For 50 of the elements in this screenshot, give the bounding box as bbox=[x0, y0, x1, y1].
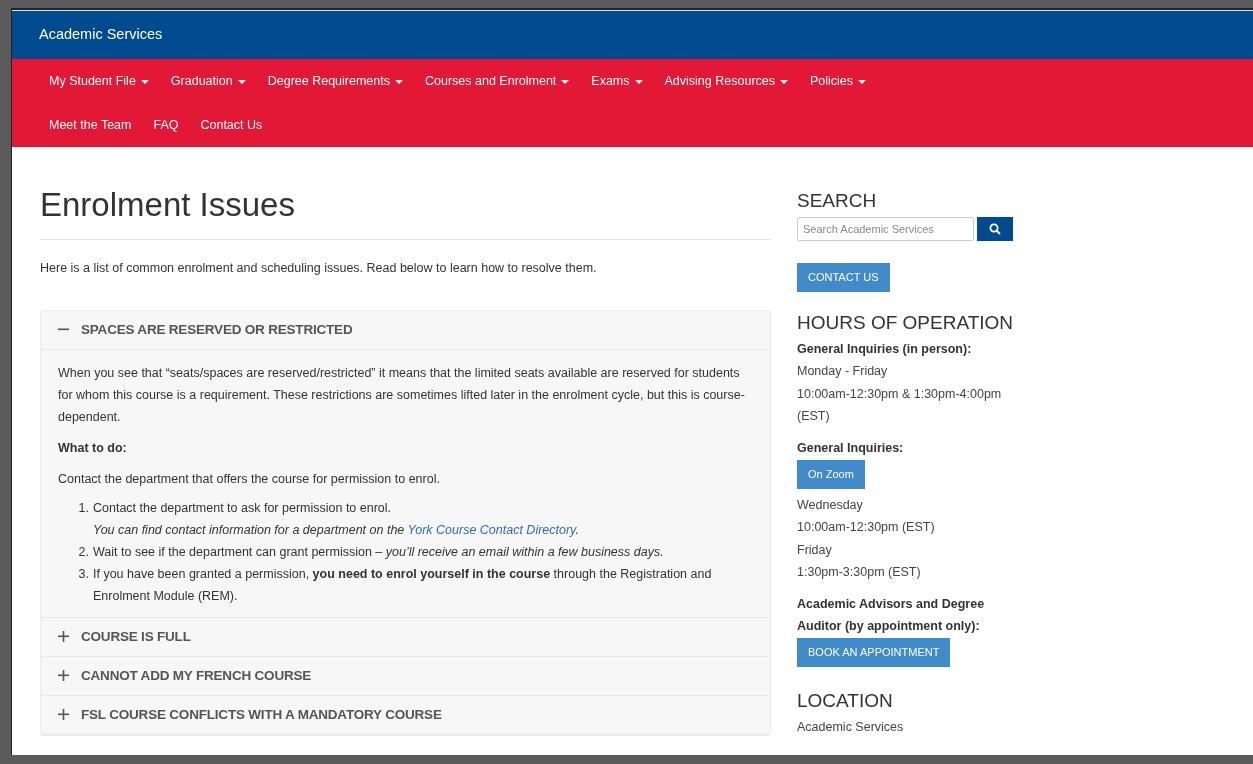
search-button[interactable] bbox=[977, 217, 1013, 241]
step-text: Wait to see if the department can grant permission – you’ll receive an email within a few business days. bbox=[93, 543, 664, 561]
instruction-text: Contact the department that offers the course for permission to enrol. bbox=[58, 470, 441, 488]
accordion-header[interactable]: SPACES ARE RESERVED OR RESTRICTED bbox=[41, 310, 770, 350]
list-number: 1. bbox=[77, 499, 89, 517]
step-text: If you have been granted a permission, you need to enrol yourself in the course through the Registration and Enrolment Module (REM). bbox=[93, 565, 713, 605]
nav-link[interactable]: FAQ bbox=[142, 103, 190, 147]
nav-link[interactable]: Advising Resources bbox=[653, 60, 799, 103]
hours-text: 1:30pm-3:30pm (EST) bbox=[797, 564, 922, 581]
section-heading: LOCATION bbox=[797, 689, 894, 712]
accordion-header[interactable]: FSL COURSE CONFLICTS WITH A MANDATORY COURSE bbox=[41, 695, 770, 735]
site-title[interactable]: Academic Services bbox=[39, 24, 163, 46]
search-field[interactable]: Search Academic Services bbox=[797, 217, 974, 241]
subheading: What to do: bbox=[58, 439, 128, 457]
nav-link[interactable]: Exams bbox=[580, 60, 654, 103]
nav-link[interactable]: Graduation bbox=[159, 60, 257, 103]
hours-text: 10:00am-12:30pm & 1:30pm-4:00pm (EST) bbox=[797, 385, 1003, 425]
plus-icon bbox=[58, 709, 69, 721]
accordion-header[interactable]: COURSE IS FULL bbox=[41, 617, 770, 657]
nav-link[interactable]: Meet the Team bbox=[38, 103, 143, 147]
nav-link[interactable]: Courses and Enrolment bbox=[414, 60, 581, 103]
nav-link[interactable]: Policies bbox=[799, 60, 878, 103]
hours-label: Academic Advisors and Degree Auditor (by appointment only): bbox=[797, 595, 986, 635]
plus-icon bbox=[58, 631, 69, 643]
page-title: Enrolment Issues bbox=[40, 185, 771, 240]
hours-text: 10:00am-12:30pm (EST) bbox=[797, 519, 936, 536]
nav-link[interactable]: My Student File bbox=[38, 60, 160, 103]
step-text: Contact the department to ask for permission to enrol. bbox=[93, 499, 393, 517]
list-number: 3. bbox=[77, 565, 89, 583]
directory-link[interactable]: York Course Contact Directory bbox=[407, 522, 576, 537]
accordion-header[interactable]: CANNOT ADD MY FRENCH COURSE bbox=[41, 656, 770, 696]
section-heading: HOURS OF OPERATION bbox=[797, 312, 1015, 334]
hours-label: General Inquiries: bbox=[797, 439, 905, 457]
hours-text: Wednesday bbox=[797, 496, 864, 514]
list-number: 2. bbox=[77, 543, 89, 561]
contact-button[interactable]: CONTACT US bbox=[797, 263, 890, 292]
body-paragraph: When you see that “seats/spaces are reserved/restricted” it means that the limited seats available are reserved for students for whom this course is a requirement. These restrictions are sometimes lifted later in the enrolment cycle, but this is course-dependent. bbox=[58, 364, 746, 426]
intro-text: Here is a list of common enrolment and scheduling issues. Read below to learn how to resolve them. bbox=[40, 260, 598, 277]
hours-text: Friday bbox=[797, 541, 833, 559]
search-icon bbox=[989, 223, 1001, 235]
nav-link[interactable]: Contact Us bbox=[189, 103, 274, 147]
plus-icon bbox=[58, 670, 69, 682]
link-button[interactable]: On Zoom bbox=[797, 459, 865, 489]
link-button[interactable]: BOOK AN APPOINTMENT bbox=[797, 637, 951, 667]
step-note: You can find contact information for a department on the York Course Contact Directory. bbox=[93, 521, 579, 539]
section-heading: SEARCH bbox=[797, 190, 878, 212]
location-text: Academic Services bbox=[797, 718, 905, 736]
hours-label: General Inquiries (in person): bbox=[797, 341, 973, 358]
nav-link[interactable]: Degree Requirements bbox=[256, 60, 414, 103]
hours-text: Monday - Friday bbox=[797, 363, 889, 380]
